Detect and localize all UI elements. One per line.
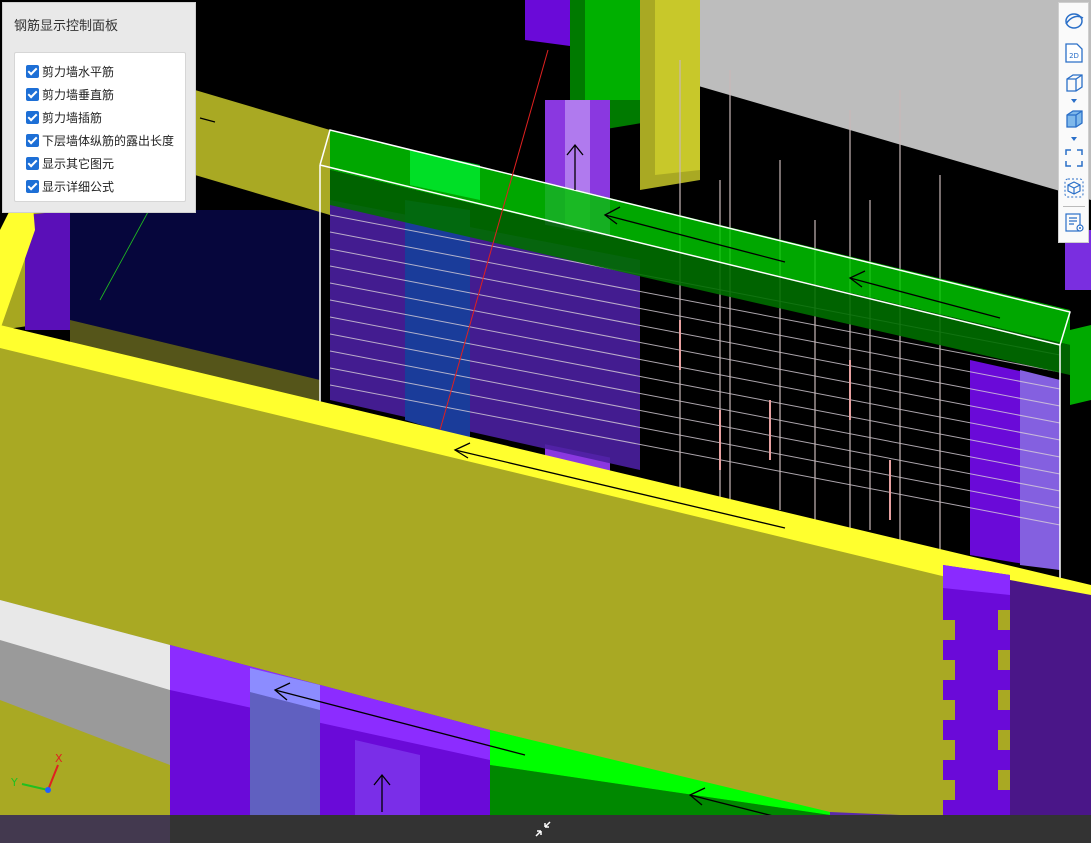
bottom-bar [0,815,1091,843]
checkbox[interactable] [26,110,39,124]
view-2d-icon: 2D [1065,43,1083,63]
checkbox[interactable] [26,133,39,147]
option-wall-vertical-rebar[interactable]: 剪力墙垂直筋 [26,85,114,103]
option-label: 剪力墙插筋 [42,110,103,125]
wireframe-cube-icon [1066,74,1083,92]
collapse-icon[interactable] [534,820,552,838]
option-label: 下层墙体纵筋的露出长度 [42,133,175,148]
option-label: 剪力墙水平筋 [42,64,115,79]
checkbox[interactable] [26,64,39,78]
option-label: 显示其它图元 [42,156,115,171]
wireframe-view-button[interactable] [1062,71,1086,95]
option-wall-horizontal-rebar[interactable]: 剪力墙水平筋 [26,62,114,80]
chevron-down-icon[interactable] [1071,99,1077,103]
view-2d-button[interactable]: 2D [1062,41,1086,65]
panel-title: 钢筋显示控制面板 [14,19,119,34]
fullscreen-button[interactable] [1062,146,1086,170]
properties-list-icon [1065,213,1084,232]
checkbox[interactable] [26,179,39,193]
option-lower-wall-rebar-exposed-length[interactable]: 下层墙体纵筋的露出长度 [26,131,174,149]
properties-button[interactable] [1062,211,1086,235]
orbit-button[interactable] [1062,9,1086,33]
view-toolbar: 2D [1058,2,1089,243]
option-label: 剪力墙垂直筋 [42,87,115,102]
checkbox[interactable] [26,156,39,170]
option-show-detailed-formula[interactable]: 显示详细公式 [26,177,114,195]
shaded-cube-icon [1066,110,1083,128]
checkbox[interactable] [26,87,39,101]
orbit-icon [1065,13,1084,29]
option-show-other-elements[interactable]: 显示其它图元 [26,154,114,172]
axis-x-label: X [55,752,63,765]
shaded-view-button[interactable] [1062,107,1086,131]
region-view-button[interactable] [1062,176,1086,200]
region-cube-icon [1064,178,1084,198]
rebar-display-panel: 钢筋显示控制面板 剪力墙水平筋 剪力墙垂直筋 剪力墙插筋 下层墙体纵筋的露出长度… [2,2,196,213]
axis-y-label: Y [11,776,18,789]
chevron-down-icon[interactable] [1071,137,1077,141]
option-label: 显示详细公式 [42,179,115,194]
view-2d-label: 2D [1069,52,1079,60]
fullscreen-icon [1065,149,1083,167]
option-wall-dowel-rebar[interactable]: 剪力墙插筋 [26,108,102,126]
toolbar-divider [1063,206,1085,207]
options-box: 剪力墙水平筋 剪力墙垂直筋 剪力墙插筋 下层墙体纵筋的露出长度 显示其它图元 显… [14,52,186,202]
